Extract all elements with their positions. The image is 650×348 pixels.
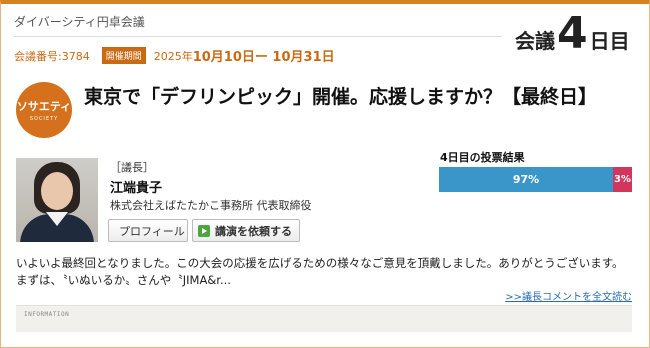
site-name[interactable]: ダイバーシティ円卓会議 [14,13,145,30]
header-divider [14,36,502,37]
chair-company: 株式会社えばたたかこ事務所 代表取締役 [110,199,312,212]
profile-button-label: プロフィール [119,224,185,238]
photo-face [41,172,73,210]
day-counter: 会議 4 日目 [515,8,630,59]
chair-role: ［議長］ [110,161,154,174]
society-logo[interactable]: ソサエティ SOCIETY [16,82,72,138]
play-icon [198,224,210,237]
chair-photo [16,158,98,242]
meeting-year: 2025年 [153,49,193,63]
information-label: INFORMATION [24,311,70,318]
chair-message: いよいよ最終回となりました。この大会の応援を広げるための様々なご意見を頂戴しまし… [16,256,630,287]
day-suffix: 日目 [589,29,630,53]
vote-result-title: 4日目の投票結果 [440,151,525,164]
meeting-number: 会議番号:3784 [14,49,90,63]
vote-result-bar: 97% 3% [439,167,632,192]
period-badge: 開催期間 [101,47,146,64]
read-full-comment-link[interactable]: >>議長コメントを全文読む [505,288,632,303]
logo-text: ソサエティ [16,100,72,113]
vote-yes-segment: 97% [439,167,613,192]
request-button-label: 講演を依頼する [215,224,292,238]
day-number: 4 [557,8,588,59]
chair-name: 江端貴子 [110,181,163,196]
meeting-meta: 会議番号:3784 開催期間 2025年 10月10日ー 10月31日 [14,46,335,65]
profile-button[interactable]: プロフィール [108,219,188,242]
day-prefix: 会議 [515,29,555,53]
information-box: INFORMATION [16,305,632,332]
meeting-dates: 10月10日ー 10月31日 [192,50,335,65]
request-lecture-button[interactable]: 講演を依頼する [192,219,300,242]
page-title: 東京で「デフリンピック」開催。応援しますか？【最終日】 [84,86,598,108]
logo-subtext: SOCIETY [29,116,59,122]
vote-no-segment: 3% [613,167,632,192]
